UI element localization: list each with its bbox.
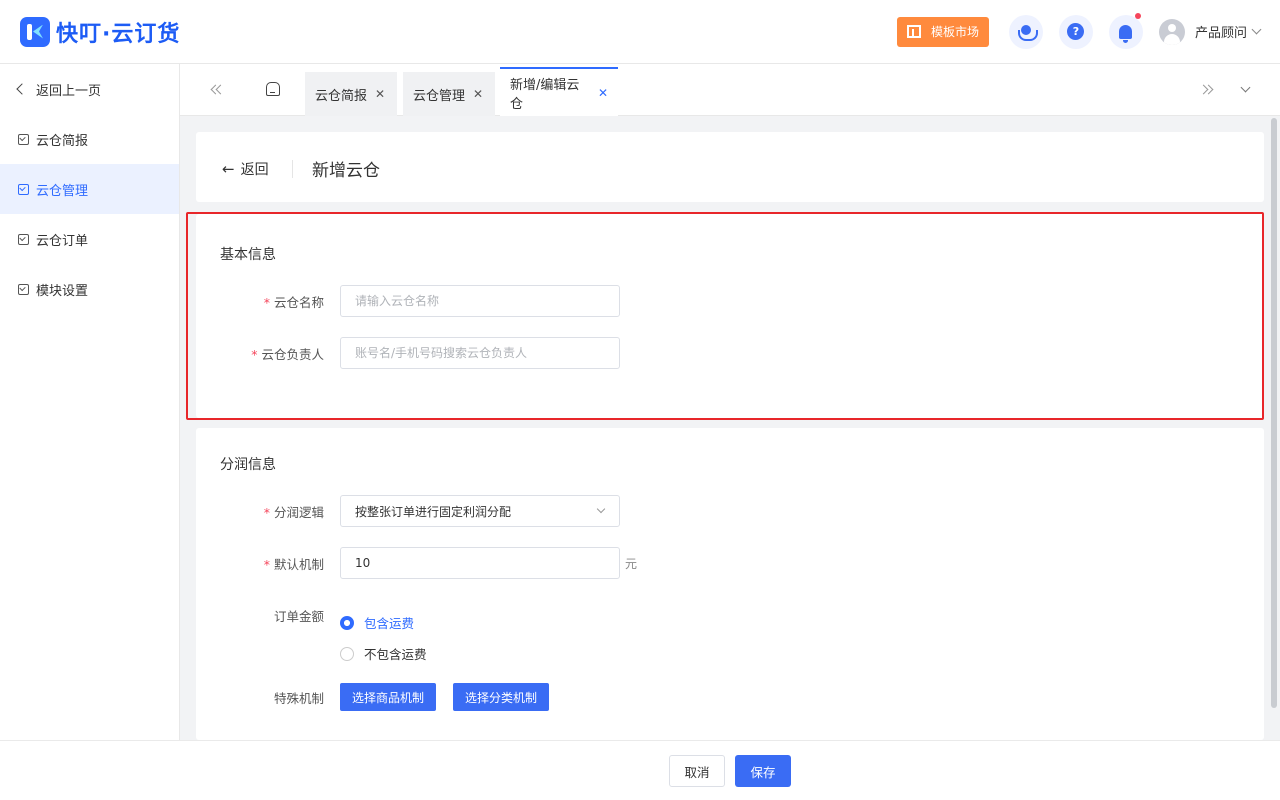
unit-label: 元: [625, 557, 638, 571]
template-market-label: 模板市场: [930, 25, 979, 39]
scroll-left-icon[interactable]: [210, 84, 224, 96]
tab-label: 新增/编辑云仓: [510, 77, 580, 112]
tab-management[interactable]: 云仓管理 ✕: [403, 72, 495, 116]
bell-icon: [1119, 24, 1133, 43]
home-icon[interactable]: [266, 82, 280, 96]
logo-text: 快叮·云订货: [56, 21, 181, 47]
template-icon: [906, 25, 921, 38]
profit-info-card: 分润信息 *分润逻辑 按整张订单进行固定利润分配 *默认机制 元 订单金额 包含…: [196, 428, 1264, 740]
order-amount-label: 订单金额: [273, 609, 324, 624]
basic-info-card: 基本信息 *云仓名称 *云仓负责人: [196, 214, 1264, 418]
scrollbar[interactable]: [1271, 118, 1277, 708]
divider: [292, 160, 293, 178]
profit-logic-label: * 分润逻辑: [194, 502, 324, 521]
warehouse-name-input[interactable]: [340, 285, 620, 317]
chevron-left-icon: [16, 83, 28, 95]
section-title-profit: 分润信息: [220, 457, 276, 473]
warehouse-name-label: * 云仓名称: [194, 292, 324, 311]
default-mechanism-input[interactable]: [340, 547, 620, 579]
warehouse-owner-input[interactable]: [340, 337, 620, 369]
page-header-card: ← 返回 新增云仓: [196, 132, 1264, 202]
sidebar: 返回上一页 云仓简报 云仓管理 云仓订单 模块设置: [0, 64, 180, 740]
radio-label: 不包含运费: [364, 647, 427, 662]
sidebar-item-orders[interactable]: 云仓订单: [0, 214, 179, 264]
checklist-icon: [18, 233, 29, 245]
close-icon[interactable]: ✕: [473, 87, 483, 101]
help-button[interactable]: ?: [1058, 14, 1093, 49]
sidebar-item-management[interactable]: 云仓管理: [0, 164, 179, 214]
app-logo[interactable]: 快叮·云订货: [20, 16, 180, 48]
footer-bar: 取消 保存: [0, 740, 1280, 800]
user-menu[interactable]: 产品顾问: [1158, 18, 1262, 45]
select-goods-mechanism-button[interactable]: 选择商品机制: [340, 683, 437, 711]
back-button[interactable]: ← 返回: [222, 159, 269, 179]
radio-label: 包含运费: [364, 616, 415, 631]
checklist-icon: [18, 133, 29, 145]
close-icon[interactable]: ✕: [375, 87, 385, 101]
sidebar-item-label: 云仓管理: [36, 183, 89, 199]
close-icon[interactable]: ✕: [598, 86, 608, 100]
radio-unchecked-icon: [340, 646, 354, 661]
scroll-right-icon[interactable]: [1200, 84, 1214, 96]
avatar: [1158, 18, 1185, 45]
sidebar-item-settings[interactable]: 模块设置: [0, 264, 179, 314]
notification-dot: [1134, 12, 1141, 19]
page-title: 新增云仓: [312, 161, 380, 181]
top-header: 快叮·云订货 模板市场 ? 产品顾问: [0, 0, 1280, 64]
sidebar-item-label: 云仓简报: [36, 133, 89, 149]
logo-icon: [20, 16, 50, 47]
label-text: 云仓负责人: [261, 347, 324, 362]
header-actions: 模板市场 ? 产品顾问: [896, 12, 1262, 49]
required-mark: *: [251, 347, 258, 362]
cancel-button[interactable]: 取消: [669, 755, 725, 787]
sidebar-item-label: 模块设置: [36, 283, 89, 299]
required-mark: *: [263, 295, 270, 310]
default-mechanism-label: * 默认机制: [194, 554, 324, 573]
customer-service-button[interactable]: [1008, 14, 1043, 49]
notification-button[interactable]: [1108, 12, 1143, 49]
label-text: 分润逻辑: [273, 505, 324, 520]
arrow-left-icon: ←: [222, 160, 235, 178]
tab-label: 云仓简报: [315, 88, 368, 104]
radio-checked-icon: [340, 615, 354, 630]
label-text: 默认机制: [273, 557, 324, 572]
tab-label: 云仓管理: [413, 88, 466, 104]
required-mark: *: [263, 505, 270, 520]
tab-edit-warehouse[interactable]: 新增/编辑云仓 ✕: [500, 67, 618, 116]
sidebar-back-label: 返回上一页: [36, 83, 102, 99]
sidebar-item-briefing[interactable]: 云仓简报: [0, 114, 179, 164]
sidebar-back[interactable]: 返回上一页: [0, 64, 179, 114]
question-icon: ?: [1067, 23, 1085, 40]
radio-exclude-shipping[interactable]: 不包含运费: [340, 644, 427, 663]
sidebar-item-label: 云仓订单: [36, 233, 89, 249]
chevron-down-icon[interactable]: [1240, 82, 1251, 93]
warehouse-owner-label: * 云仓负责人: [194, 344, 324, 363]
select-category-mechanism-button[interactable]: 选择分类机制: [453, 683, 550, 711]
back-label: 返回: [240, 162, 269, 178]
tab-bar: 云仓简报 ✕ 云仓管理 ✕ 新增/编辑云仓 ✕: [180, 64, 1280, 116]
label-text: 云仓名称: [273, 295, 324, 310]
checklist-icon: [18, 183, 29, 195]
chevron-down-icon: [1251, 24, 1262, 35]
headset-icon: [1017, 24, 1038, 41]
checklist-icon: [18, 283, 29, 295]
radio-include-shipping[interactable]: 包含运费: [340, 613, 414, 632]
profit-logic-select[interactable]: 按整张订单进行固定利润分配: [340, 495, 620, 527]
chevron-down-icon: [596, 504, 606, 514]
tab-briefing[interactable]: 云仓简报 ✕: [305, 72, 397, 116]
section-title-basic: 基本信息: [220, 247, 276, 263]
user-name: 产品顾问: [1194, 26, 1247, 41]
select-value: 按整张订单进行固定利润分配: [355, 504, 512, 519]
required-mark: *: [263, 557, 270, 572]
save-button[interactable]: 保存: [735, 755, 791, 787]
special-mechanism-label: 特殊机制: [273, 691, 324, 706]
template-market-button[interactable]: 模板市场: [896, 16, 989, 47]
